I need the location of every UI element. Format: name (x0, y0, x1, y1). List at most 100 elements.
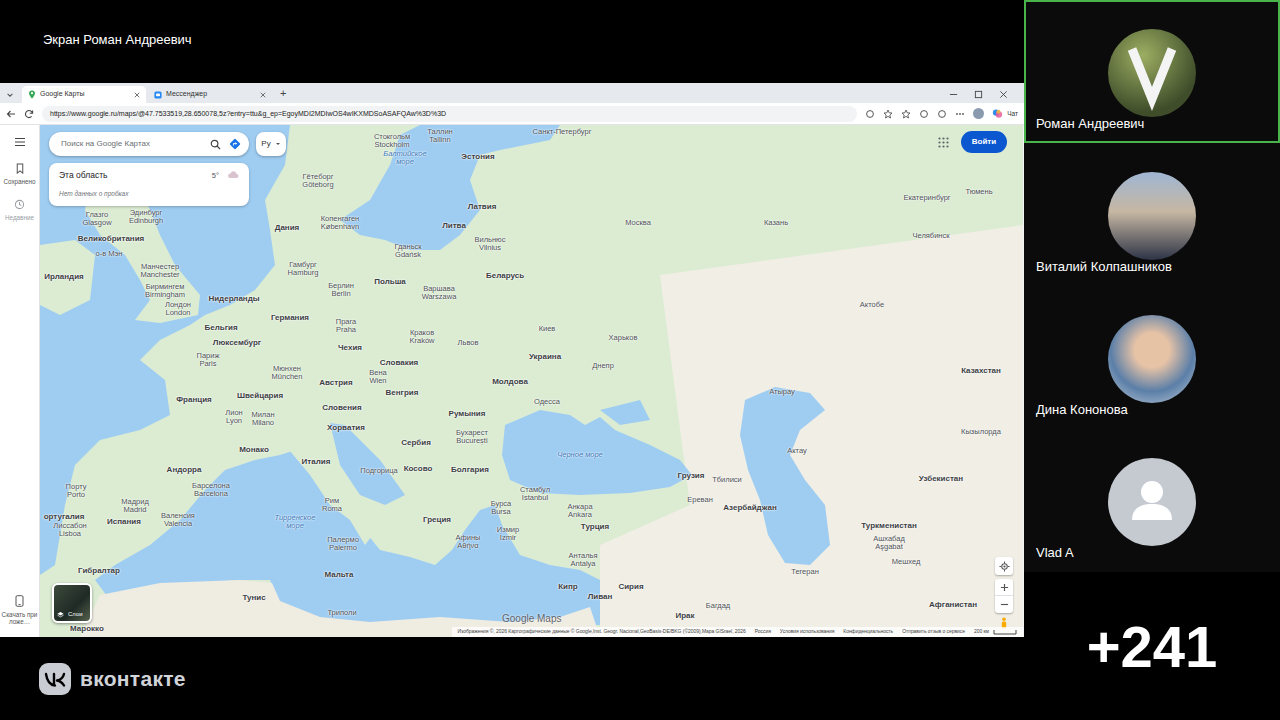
favorite-star-icon[interactable] (883, 109, 893, 119)
map-label[interactable]: Черное море (557, 451, 603, 459)
map-label[interactable]: Швейцария (237, 392, 283, 400)
google-apps-grid-icon[interactable] (938, 137, 949, 148)
map-label[interactable]: Болгария (451, 466, 489, 474)
close-tab-icon[interactable] (134, 92, 140, 98)
map-label[interactable]: ЭдинбургEdinburgh (129, 209, 163, 225)
map-label[interactable]: Германия (271, 314, 309, 322)
map-label[interactable]: КраковKraków (409, 329, 434, 345)
map-label[interactable]: Кызылорда (961, 428, 1001, 436)
map-label[interactable]: МадридMadrid (121, 498, 149, 514)
map-label[interactable]: Измирİzmir (497, 526, 519, 542)
map-label[interactable]: Одесса (534, 398, 560, 406)
map-label[interactable]: Турция (581, 523, 609, 531)
map-label[interactable]: АшхабадAşgabat (873, 535, 905, 551)
map-label[interactable]: АнтальяAntalya (568, 552, 597, 568)
map-label[interactable]: Тирренское море (271, 514, 319, 530)
map-label[interactable]: Узбекистан (919, 475, 963, 483)
map-label[interactable]: Венгрия (386, 389, 419, 397)
minimize-icon[interactable] (949, 90, 958, 99)
map-label[interactable]: Киев (539, 325, 556, 333)
search-icon[interactable] (210, 139, 221, 150)
map-label[interactable]: Мальта (325, 571, 354, 579)
map-canvas[interactable]: Санкт-Петербург ТаллинTallinn СтокгольмSto… (40, 125, 1023, 637)
map-label[interactable]: Подгорица (360, 467, 397, 475)
map-label[interactable]: Атырау (769, 388, 795, 396)
map-label[interactable]: ВаршаваWarszawa (422, 285, 457, 301)
map-label[interactable]: СтокгольмStockholm (374, 133, 410, 149)
tab-list-icon[interactable] (6, 91, 14, 99)
map-label[interactable]: ВенаWien (369, 369, 387, 385)
browser-tab[interactable]: Google Карты (22, 86, 146, 103)
map-label[interactable]: Сирия (618, 583, 643, 591)
map-label[interactable]: Багдад (706, 602, 730, 610)
map-label[interactable]: БерлинBerlin (328, 282, 354, 298)
url-field[interactable]: https://www.google.ru/maps/@47.7533519,2… (42, 106, 857, 122)
map-label[interactable]: Актобе (860, 301, 884, 309)
map-label[interactable]: Днепр (592, 362, 614, 370)
map-label[interactable]: ГданьскGdańsk (394, 243, 421, 259)
close-tab-icon[interactable] (260, 92, 266, 98)
map-label[interactable]: Сербия (401, 439, 431, 447)
attribution-item[interactable]: Россия (755, 628, 771, 636)
map-label[interactable]: ГётеборгGöteborg (302, 173, 333, 189)
map-label[interactable]: Тбилиси (712, 476, 742, 484)
map-label[interactable]: Тюмень (965, 188, 992, 196)
zoom-out-button[interactable] (995, 596, 1013, 613)
map-label[interactable]: Чехия (338, 344, 362, 352)
attribution-item[interactable]: Условия использования (780, 628, 834, 636)
map-label[interactable]: ПрагаPraha (336, 318, 356, 334)
map-label[interactable]: о-в Мэн (95, 250, 122, 258)
participant-tile[interactable]: Дина Кононова (1024, 286, 1280, 429)
close-window-icon[interactable] (999, 90, 1008, 99)
map-label[interactable]: Хорватия (327, 424, 365, 432)
map-label[interactable]: ГлазгоGlasgow (82, 211, 111, 227)
map-label[interactable]: Словения (322, 404, 361, 412)
map-label[interactable]: МанчестерManchester (140, 263, 179, 279)
map-label[interactable]: Молдова (492, 378, 528, 386)
map-label[interactable]: Словакия (380, 359, 419, 367)
attribution-item[interactable]: Отправить отзыв о сервисе (902, 628, 965, 636)
map-label[interactable]: Харьков (609, 334, 638, 342)
map-label[interactable]: Гибралтар (78, 567, 120, 575)
map-label[interactable]: Туркменистан (861, 522, 917, 530)
map-label[interactable]: Санкт-Петербург (533, 128, 592, 136)
profile-avatar-icon[interactable] (973, 108, 984, 119)
extension-icon[interactable] (919, 109, 929, 119)
download-app-item[interactable]: Скачать приложе… (1, 595, 39, 625)
map-label[interactable]: Польша (374, 278, 406, 286)
map-label[interactable]: ВаленсияValencia (161, 512, 195, 528)
map-label[interactable]: Афганистан (929, 601, 977, 609)
my-location-button[interactable] (995, 557, 1013, 575)
map-label[interactable]: БарселонаBarcelona (192, 482, 230, 498)
map-label[interactable]: ПарижParis (197, 352, 220, 368)
map-label[interactable]: ПалермоPalermo (327, 536, 359, 552)
map-label[interactable]: ЛиссабонLisboa (53, 522, 86, 538)
map-label[interactable]: Ливан (588, 593, 613, 601)
map-label[interactable]: Тунис (242, 594, 265, 602)
map-label[interactable]: ГамбургHamburg (288, 261, 319, 277)
map-label[interactable]: ЛионLyon (225, 409, 242, 425)
map-label[interactable]: КопенгагенKøbenhavn (321, 215, 360, 231)
map-label[interactable]: Тегеран (791, 568, 819, 576)
map-label[interactable]: Ирландия (44, 273, 83, 281)
sidebar-item[interactable]: Сохранено (1, 163, 39, 185)
map-label[interactable]: АнкараAnkara (567, 503, 592, 519)
map-label[interactable]: Екатеринбург (903, 194, 950, 202)
map-label[interactable]: ТаллинTallinn (427, 128, 453, 144)
map-label[interactable]: Москва (625, 219, 651, 227)
layers-button[interactable]: Слои (52, 583, 92, 623)
menu-icon[interactable] (14, 137, 26, 147)
app-icon[interactable] (865, 109, 875, 119)
map-label[interactable]: БухарестBucurești (456, 429, 488, 445)
map-label[interactable]: Челябинск (912, 232, 949, 240)
map-label[interactable]: Франция (176, 396, 212, 404)
map-label[interactable]: МюнхенMünchen (272, 365, 303, 381)
map-label[interactable]: Андорра (167, 466, 202, 474)
map-label[interactable]: Греция (423, 516, 451, 524)
new-tab-button[interactable]: + (274, 88, 292, 99)
map-label[interactable]: МиланMilano (251, 411, 274, 427)
map-label[interactable]: Стамбулİstanbul (520, 486, 550, 502)
map-label[interactable]: Беларусь (486, 272, 524, 280)
map-label[interactable]: Кипр (558, 583, 578, 591)
browser-tab[interactable]: Мессенджер (148, 86, 272, 103)
